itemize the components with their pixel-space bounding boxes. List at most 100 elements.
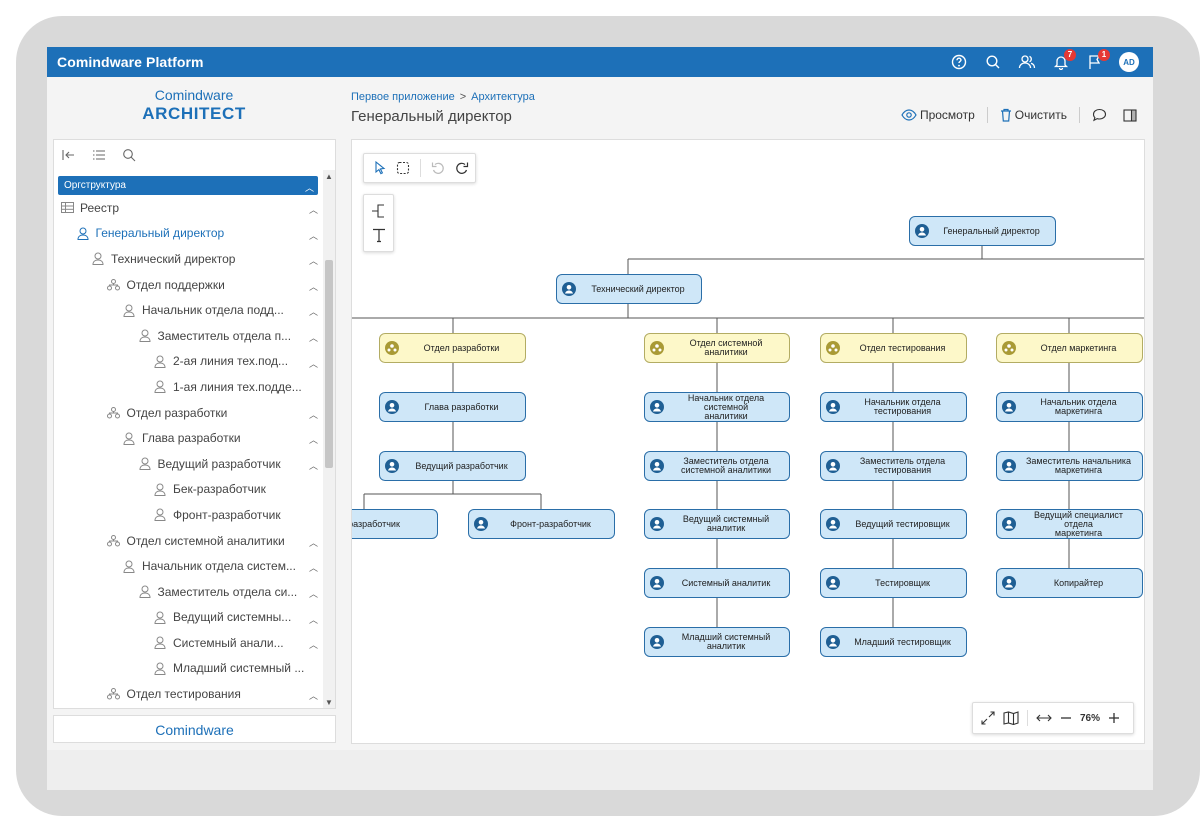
flag-icon[interactable]: 1 <box>1085 49 1110 72</box>
help-icon[interactable] <box>949 52 969 72</box>
tree-item[interactable]: Младший системный ... <box>54 656 322 682</box>
org-chart-department-node[interactable]: Отдел маркетинга <box>996 333 1143 363</box>
chevron-up-icon[interactable]: ︿ <box>305 181 314 194</box>
chevron-up-icon[interactable]: ︿ <box>309 689 318 702</box>
list-icon[interactable] <box>92 149 106 161</box>
search-icon[interactable] <box>122 148 136 162</box>
chevron-up-icon[interactable]: ︿ <box>309 536 318 549</box>
tree-item[interactable]: Отдел системной аналитики ︿ <box>54 528 322 554</box>
panel-toggle-button[interactable] <box>1119 108 1141 122</box>
tree-item[interactable]: Ведущий разработчик ︿ <box>54 451 322 477</box>
chevron-up-icon[interactable]: ︿ <box>309 408 318 421</box>
minimap-icon[interactable] <box>1003 711 1019 725</box>
chevron-up-icon[interactable]: ︿ <box>309 433 318 446</box>
org-chart-position-node[interactable]: Копирайтер <box>996 568 1143 598</box>
org-chart-position-node[interactable]: Фронт-разработчик <box>468 509 615 539</box>
tree-item[interactable]: 1-ая линия тех.подде... <box>54 374 322 400</box>
tree-item-label: Заместитель отдела п... <box>157 328 292 343</box>
org-chart-position-node[interactable]: Ведущий специалист отдела маркетинга <box>996 509 1143 539</box>
tree-item[interactable]: Системный анали... ︿ <box>54 630 322 656</box>
zoom-out-icon[interactable] <box>1060 712 1072 724</box>
org-chart-position-node[interactable]: Системный аналитик <box>644 568 790 598</box>
tree-item[interactable]: Бек-разработчик <box>54 477 322 503</box>
org-chart-position-node[interactable]: Младший системный аналитик <box>644 627 790 657</box>
tree-item[interactable]: Начальник отдела систем... ︿ <box>54 553 322 579</box>
architect-logo: Comindware ARCHITECT <box>139 87 249 124</box>
clear-button[interactable]: Очистить <box>996 108 1071 122</box>
tree-item[interactable]: Глава разработки ︿ <box>54 425 322 451</box>
org-chart-position-node[interactable]: Ведущий разработчик <box>379 451 526 481</box>
chevron-up-icon[interactable]: ︿ <box>309 280 318 293</box>
org-chart-department-node[interactable]: Отдел разработки <box>379 333 526 363</box>
node-label: Заместитель отдела тестирования <box>859 456 946 475</box>
breadcrumb-item-app[interactable]: Первое приложение <box>351 91 455 103</box>
chevron-up-icon[interactable]: ︿ <box>309 357 318 370</box>
toolbar-divider <box>1027 710 1028 726</box>
person-icon <box>1002 576 1016 590</box>
tree-item[interactable]: Заместитель отдела си... ︿ <box>54 579 322 605</box>
tree-item[interactable]: Генеральный директор ︿ <box>54 220 322 247</box>
sidebar-toolbar <box>54 140 335 170</box>
chevron-up-icon[interactable]: ︿ <box>309 254 318 267</box>
chevron-up-icon[interactable]: ︿ <box>309 587 318 600</box>
expand-icon[interactable] <box>981 711 995 725</box>
collapse-panel-icon[interactable] <box>62 149 76 161</box>
org-chart-position-node[interactable]: Ведущий системный аналитик <box>644 509 790 539</box>
tree-section-orgstructure[interactable]: Оргструктура ︿ <box>58 176 318 195</box>
tree-item[interactable]: 2-ая линия тех.под... ︿ <box>54 349 322 375</box>
org-chart-position-node[interactable]: Заместитель отдела тестирования <box>820 451 967 481</box>
chevron-up-icon[interactable]: ︿ <box>309 331 318 344</box>
tree-item[interactable]: Начальник отдела подд... ︿ <box>54 297 322 323</box>
scrollbar-thumb[interactable] <box>325 260 333 468</box>
search-icon[interactable] <box>983 52 1003 72</box>
chevron-up-icon[interactable]: ︿ <box>309 561 318 574</box>
org-chart-position-node[interactable]: Начальник отдела тестирования <box>820 392 967 422</box>
chevron-up-icon[interactable]: ︿ <box>309 613 318 626</box>
org-chart-position-node[interactable]: Начальник отдела системной аналитики <box>644 392 790 422</box>
tree-item[interactable]: Отдел разработки ︿ <box>54 400 322 426</box>
department-icon <box>650 341 664 355</box>
tree-item-label: Ведущий системны... <box>173 610 292 625</box>
tree-item[interactable]: Заместитель отдела п... ︿ <box>54 323 322 349</box>
org-chart-position-node[interactable]: Заместитель отдела системной аналитики <box>644 451 790 481</box>
zoom-in-icon[interactable] <box>1108 712 1120 724</box>
users-icon[interactable] <box>1017 52 1037 72</box>
chevron-up-icon[interactable]: ︿ <box>309 229 318 242</box>
tree-item[interactable]: Отдел поддержки ︿ <box>54 272 322 298</box>
org-chart-position-node[interactable]: разработчик <box>352 509 438 539</box>
trash-icon <box>1000 108 1011 122</box>
node-label: Отдел разработки <box>423 342 500 353</box>
breadcrumb-item-architecture[interactable]: Архитектура <box>471 91 535 103</box>
org-chart-position-node[interactable]: Генеральный директор <box>909 216 1056 246</box>
org-chart-canvas[interactable]: Генеральный директор Технический директор… <box>351 139 1145 744</box>
bell-icon[interactable]: 7 <box>1051 49 1076 72</box>
chevron-up-icon[interactable]: ︿ <box>309 459 318 472</box>
messages-badge: 1 <box>1098 49 1110 61</box>
fit-width-icon[interactable] <box>1036 713 1052 723</box>
tree-scrollbar[interactable]: ▲ ▼ <box>323 170 335 708</box>
tree-item[interactable]: Реестр ︿ <box>54 195 322 221</box>
tree-item[interactable]: Фронт-разработчик <box>54 502 322 528</box>
org-chart-position-node[interactable]: Технический директор <box>556 274 702 304</box>
scroll-up-icon[interactable]: ▲ <box>325 172 333 181</box>
chevron-up-icon[interactable]: ︿ <box>309 638 318 651</box>
org-chart-position-node[interactable]: Ведущий тестировщик <box>820 509 967 539</box>
org-chart-position-node[interactable]: Заместитель начальника маркетинга <box>996 451 1143 481</box>
tree-item[interactable]: Отдел тестирования ︿ <box>54 681 322 707</box>
tree-item[interactable]: Ведущий системны... ︿ <box>54 605 322 631</box>
user-avatar[interactable]: AD <box>1119 52 1139 72</box>
org-chart-position-node[interactable]: Начальник отдела маркетинга <box>996 392 1143 422</box>
scroll-down-icon[interactable]: ▼ <box>325 698 333 707</box>
org-chart-department-node[interactable]: Отдел тестирования <box>820 333 967 363</box>
person-icon <box>385 459 399 473</box>
bottom-strip <box>47 750 1153 790</box>
chevron-up-icon[interactable]: ︿ <box>309 203 318 216</box>
org-chart-department-node[interactable]: Отдел системной аналитики <box>644 333 790 363</box>
tree-item[interactable]: Технический директор ︿ <box>54 246 322 272</box>
org-chart-position-node[interactable]: Глава разработки <box>379 392 526 422</box>
org-chart-position-node[interactable]: Тестировщик <box>820 568 967 598</box>
comments-button[interactable] <box>1088 108 1111 122</box>
org-chart-position-node[interactable]: Младший тестировщик <box>820 627 967 657</box>
chevron-up-icon[interactable]: ︿ <box>309 305 318 318</box>
preview-button[interactable]: Просмотр <box>897 108 979 122</box>
